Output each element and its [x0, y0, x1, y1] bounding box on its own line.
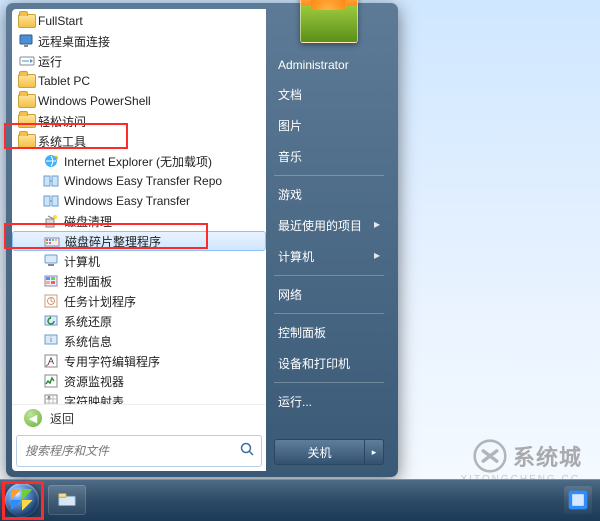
program-item[interactable]: あ 字符映射表 — [12, 391, 266, 404]
start-button[interactable] — [0, 479, 44, 521]
program-item[interactable]: 任务计划程序 — [12, 291, 266, 311]
user-name[interactable]: Administrator — [266, 51, 392, 79]
folder-icon — [18, 72, 36, 90]
program-item[interactable]: Windows Easy Transfer Repo — [12, 171, 266, 191]
start-menu-right-pane: Administrator 文档图片音乐游戏最近使用的项目计算机网络控制面板设备… — [266, 9, 392, 471]
search-input[interactable] — [23, 443, 239, 459]
rdp-icon — [18, 32, 36, 50]
desktop: 系统城 XITONGCHENG.CC FullStart远程桌面连接运行Tabl… — [0, 0, 600, 521]
program-item[interactable]: 磁盘清理 — [12, 211, 266, 231]
program-item-label: 资源监视器 — [64, 373, 124, 390]
task-icon — [42, 292, 60, 310]
program-item-label: 磁盘碎片整理程序 — [65, 233, 161, 250]
svg-text:あ: あ — [47, 395, 51, 400]
start-menu: FullStart 远程桌面连接运行 Tablet PC Windows PowerS… — [6, 3, 398, 477]
right-pane-item[interactable]: 设备和打印机 — [266, 348, 392, 379]
right-pane-item[interactable]: 运行... — [266, 386, 392, 417]
program-item-label: 系统还原 — [64, 313, 112, 330]
program-item[interactable]: 资源监视器 — [12, 371, 266, 391]
folder-icon — [18, 112, 36, 130]
shutdown-options-button[interactable]: ▸ — [365, 439, 384, 465]
program-item[interactable]: 计算机 — [12, 251, 266, 271]
defrag-icon — [43, 233, 61, 251]
taskbar — [0, 479, 600, 521]
program-item-label: 专用字符编辑程序 — [64, 353, 160, 370]
program-item-label: FullStart — [38, 14, 83, 28]
program-item-label: Windows Easy Transfer Repo — [64, 174, 222, 188]
transfer-icon — [42, 172, 60, 190]
program-item-label: 运行 — [38, 53, 62, 70]
program-item-label: Internet Explorer (无加载项) — [64, 153, 212, 170]
charmap-icon: あ — [42, 392, 60, 404]
right-pane-item[interactable]: 计算机 — [266, 241, 392, 272]
folder-icon — [18, 132, 36, 150]
program-item[interactable]: 系统工具 — [12, 131, 266, 151]
right-pane-item[interactable]: 图片 — [266, 110, 392, 141]
ie-icon — [42, 152, 60, 170]
back-button[interactable]: ◀ 返回 — [12, 404, 266, 431]
program-item-label: Tablet PC — [38, 74, 90, 88]
menu-separator — [274, 313, 384, 314]
program-item-label: Windows PowerShell — [38, 94, 151, 108]
program-item[interactable]: FullStart — [12, 11, 266, 31]
char-icon: A — [42, 352, 60, 370]
search-icon[interactable] — [239, 441, 255, 462]
menu-separator — [274, 175, 384, 176]
program-item-label: 任务计划程序 — [64, 293, 136, 310]
restore-icon — [42, 312, 60, 330]
program-item-label: 计算机 — [64, 253, 100, 270]
cpl-icon — [42, 272, 60, 290]
cleanup-icon — [42, 212, 60, 230]
run-icon — [18, 52, 36, 70]
right-pane-item[interactable]: 游戏 — [266, 179, 392, 210]
menu-separator — [274, 275, 384, 276]
right-pane-item[interactable]: 控制面板 — [266, 317, 392, 348]
right-pane-item[interactable]: 网络 — [266, 279, 392, 310]
back-label: 返回 — [50, 410, 74, 427]
program-item[interactable]: 磁盘碎片整理程序 — [12, 231, 266, 251]
program-item-label: 轻松访问 — [38, 113, 86, 130]
program-item[interactable]: 系统还原 — [12, 311, 266, 331]
sysinfo-icon: i — [42, 332, 60, 350]
program-item[interactable]: A专用字符编辑程序 — [12, 351, 266, 371]
program-item[interactable]: i系统信息 — [12, 331, 266, 351]
watermark-logo: 系统城 — [473, 439, 582, 473]
resmon-icon — [42, 372, 60, 390]
program-item[interactable]: 控制面板 — [12, 271, 266, 291]
transfer-icon — [42, 192, 60, 210]
folder-icon — [18, 12, 36, 30]
program-item[interactable]: Windows Easy Transfer — [12, 191, 266, 211]
folder-icon — [18, 92, 36, 110]
menu-separator — [274, 382, 384, 383]
system-tray — [564, 486, 600, 514]
right-pane-item[interactable]: 文档 — [266, 79, 392, 110]
program-item[interactable]: Internet Explorer (无加载项) — [12, 151, 266, 171]
program-item[interactable]: Windows PowerShell — [12, 91, 266, 111]
program-item-label: 字符映射表 — [64, 393, 124, 405]
back-arrow-icon: ◀ — [24, 409, 42, 427]
tray-app-icon[interactable] — [564, 486, 592, 514]
program-item[interactable]: 运行 — [12, 51, 266, 71]
program-item-label: 系统工具 — [38, 133, 86, 150]
program-item[interactable]: 远程桌面连接 — [12, 31, 266, 51]
program-item-label: 控制面板 — [64, 273, 112, 290]
right-pane-item[interactable]: 音乐 — [266, 141, 392, 172]
program-item-label: 磁盘清理 — [64, 213, 112, 230]
program-item-label: Windows Easy Transfer — [64, 194, 190, 208]
program-item[interactable]: Tablet PC — [12, 71, 266, 91]
program-item[interactable]: 轻松访问 — [12, 111, 266, 131]
program-item-label: 系统信息 — [64, 333, 112, 350]
shutdown-group: 关机 ▸ — [274, 439, 384, 465]
windows-orb-icon — [5, 483, 39, 517]
program-item-label: 远程桌面连接 — [38, 33, 110, 50]
shutdown-button[interactable]: 关机 — [274, 439, 365, 465]
taskbar-pinned-explorer[interactable] — [48, 485, 86, 515]
right-pane-item[interactable]: 最近使用的项目 — [266, 210, 392, 241]
start-menu-left-pane: FullStart 远程桌面连接运行 Tablet PC Windows PowerS… — [12, 9, 266, 471]
computer-icon — [42, 252, 60, 270]
search-box[interactable] — [16, 435, 262, 467]
user-avatar[interactable] — [300, 0, 358, 43]
program-list[interactable]: FullStart 远程桌面连接运行 Tablet PC Windows PowerS… — [12, 9, 266, 404]
watermark-text: 系统城 — [513, 440, 582, 472]
